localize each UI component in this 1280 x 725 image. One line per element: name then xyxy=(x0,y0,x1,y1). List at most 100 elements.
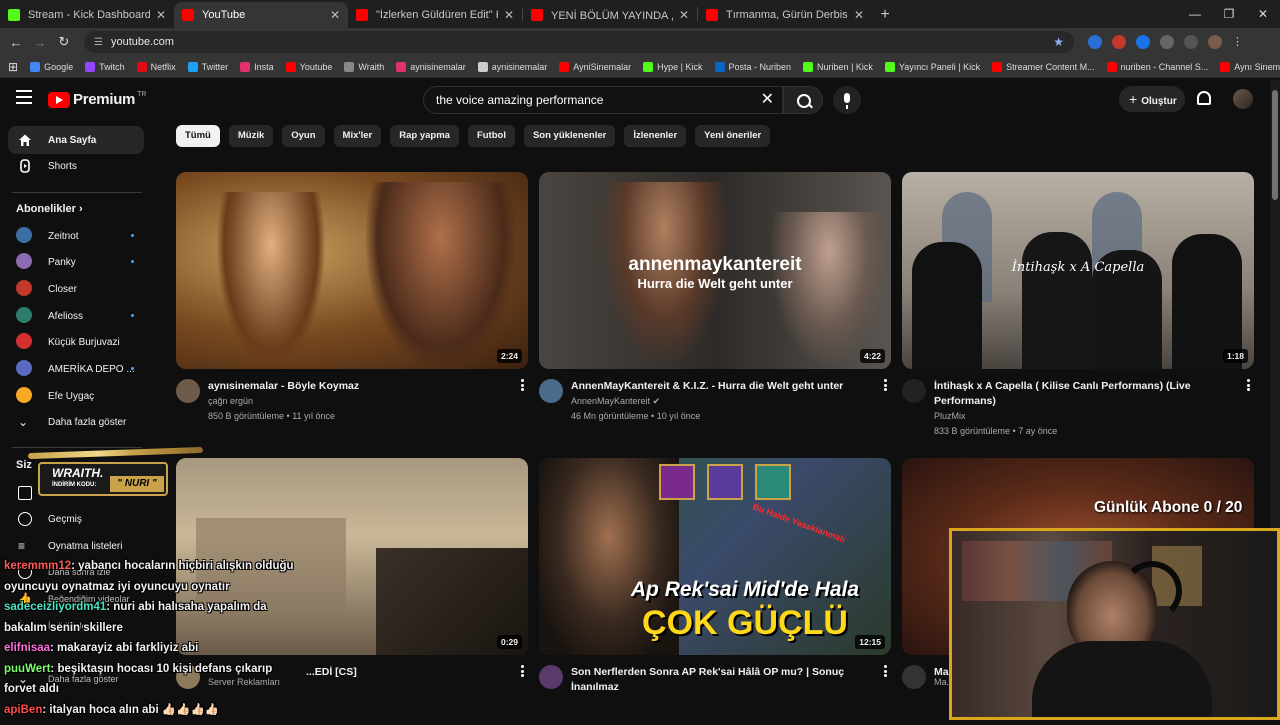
extension-icon[interactable] xyxy=(1088,35,1102,49)
browser-tab-active[interactable]: YouTube ✕ xyxy=(174,2,348,28)
subscription-item[interactable]: Afelioss xyxy=(8,302,144,330)
youtube-premium-logo[interactable]: Premium TR xyxy=(48,91,146,108)
channel-avatar[interactable] xyxy=(539,379,563,403)
bookmark[interactable]: Wraith xyxy=(344,61,384,72)
close-window-icon[interactable]: ✕ xyxy=(1246,0,1280,28)
subscription-item[interactable]: Zeitnot xyxy=(8,222,144,250)
channel-avatar[interactable] xyxy=(539,665,563,689)
browser-tab[interactable]: "İzlerken Güldüren Edit" Kick & ✕ xyxy=(348,2,522,28)
new-tab-button[interactable]: + xyxy=(872,2,898,28)
chip-football[interactable]: Futbol xyxy=(467,125,515,147)
puzzle-icon[interactable] xyxy=(1160,35,1174,49)
bookmark[interactable]: Youtube xyxy=(285,61,332,72)
bookmark[interactable]: AyniSinemalar xyxy=(559,61,631,72)
channel-name[interactable]: çağn ergün xyxy=(208,396,253,406)
minimize-icon[interactable]: — xyxy=(1178,0,1212,28)
video-title[interactable]: AnnenMayKantereit & K.I.Z. - Hurra die W… xyxy=(571,379,871,394)
channel-avatar[interactable] xyxy=(902,665,926,689)
reload-icon[interactable]: ↻ xyxy=(52,34,76,50)
chip-watched[interactable]: İzlenenler xyxy=(624,125,687,147)
subscription-item[interactable]: AMERİKA DEPO ... xyxy=(8,355,144,383)
close-tab-icon[interactable]: ✕ xyxy=(504,8,514,22)
search-button[interactable] xyxy=(783,86,823,114)
channel-name[interactable]: PluzMix xyxy=(934,411,966,421)
channel-name[interactable]: AnnenMayKantereit ✔ xyxy=(571,396,660,407)
bookmark[interactable]: aynisinemalar xyxy=(477,61,547,72)
bookmark[interactable]: Nuriben | Kick xyxy=(803,61,873,72)
chip-gaming[interactable]: Oyun xyxy=(282,125,325,147)
browser-tab[interactable]: YENİ BÖLÜM YAYINDA 🚨 @O ✕ xyxy=(523,2,697,28)
video-thumbnail[interactable]: annenmaykantereit Hurra die Welt geht un… xyxy=(539,172,891,369)
video-card[interactable]: Bu Halde Yasaklanmalı Ap Rek'sai Mid'de … xyxy=(539,458,891,725)
back-arrow-icon[interactable]: ← xyxy=(4,35,28,50)
close-tab-icon[interactable]: ✕ xyxy=(156,8,166,22)
search-input[interactable]: the voice amazing performance ✕ xyxy=(423,86,783,114)
chip-recently-uploaded[interactable]: Son yüklenenler xyxy=(523,125,616,147)
more-options-icon[interactable] xyxy=(1247,379,1250,391)
bookmark[interactable]: nuriben - Channel S... xyxy=(1106,61,1208,72)
video-card[interactable]: İntihaşk x A Capella 1:18 İntihaşk x A C… xyxy=(902,172,1254,439)
close-tab-icon[interactable]: ✕ xyxy=(330,8,340,22)
channel-avatar[interactable] xyxy=(176,379,200,403)
subscriptions-header[interactable]: Abonelikler › xyxy=(16,203,83,215)
bookmark[interactable]: Twitch xyxy=(85,61,125,72)
account-avatar[interactable] xyxy=(1233,89,1253,109)
hamburger-menu-icon[interactable] xyxy=(16,90,32,104)
subscription-item[interactable]: Küçük Burjuvazi xyxy=(8,328,144,356)
video-card[interactable]: annenmaykantereit Hurra die Welt geht un… xyxy=(539,172,891,439)
create-button[interactable]: + Oluştur xyxy=(1119,86,1185,112)
video-title[interactable]: aynısinemalar - Böyle Koymaz xyxy=(208,379,508,394)
close-tab-icon[interactable]: ✕ xyxy=(854,8,864,22)
more-options-icon[interactable] xyxy=(521,379,524,391)
browser-tab[interactable]: Tırmanma, Gürün Derbisi, Yüksi ✕ xyxy=(698,2,872,28)
more-options-icon[interactable] xyxy=(884,379,887,391)
subscription-item[interactable]: Panky xyxy=(8,248,144,276)
more-options-icon[interactable] xyxy=(884,665,887,677)
bookmark[interactable]: Streamer Content M... xyxy=(992,61,1095,72)
show-more-subscriptions[interactable]: ⌄ Daha fazla göster xyxy=(8,408,144,436)
menu-kebab-icon[interactable]: ⋮ xyxy=(1232,35,1243,49)
chip-new-to-you[interactable]: Yeni öneriler xyxy=(695,125,771,147)
sidebar-item-home[interactable]: Ana Sayfa xyxy=(8,126,144,154)
more-options-icon[interactable] xyxy=(521,665,524,677)
profile-icon[interactable] xyxy=(1208,35,1222,49)
chip-music[interactable]: Müzik xyxy=(228,125,274,147)
bookmark[interactable]: Twitter xyxy=(187,61,228,72)
clear-search-icon[interactable]: ✕ xyxy=(761,87,774,113)
video-thumbnail[interactable]: İntihaşk x A Capella 1:18 xyxy=(902,172,1254,369)
subscription-item[interactable]: Efe Uygaç xyxy=(8,382,144,410)
apps-grid-icon[interactable]: ⊞ xyxy=(8,60,18,74)
notifications-bell-icon[interactable] xyxy=(1197,91,1211,105)
bookmark[interactable]: Hype | Kick xyxy=(643,61,703,72)
bookmark[interactable]: Netflix xyxy=(136,61,176,72)
bookmark[interactable]: aynisinemalar xyxy=(396,61,466,72)
video-card[interactable]: 2:24 aynısinemalar - Böyle Koymaz çağn e… xyxy=(176,172,528,439)
channel-avatar[interactable] xyxy=(902,379,926,403)
maximize-icon[interactable]: ❐ xyxy=(1212,0,1246,28)
extension-icon[interactable] xyxy=(1112,35,1126,49)
video-thumbnail[interactable]: 2:24 xyxy=(176,172,528,369)
bookmark[interactable]: Yayıncı Paneli | Kick xyxy=(884,61,980,72)
browser-tab[interactable]: Stream - Kick Dashboard ✕ xyxy=(0,2,174,28)
bookmark[interactable]: Insta xyxy=(240,61,274,72)
url-bar[interactable]: ☰ youtube.com ★ xyxy=(84,31,1074,53)
video-title[interactable]: Son Nerflerden Sonra AP Rek'sai Hâlâ OP … xyxy=(571,665,871,695)
sidebar-item-shorts[interactable]: Shorts xyxy=(8,152,144,180)
bookmark[interactable]: Aynı Sinemalar - Ça... xyxy=(1220,61,1280,72)
extension-icon[interactable] xyxy=(1136,35,1150,49)
chip-rap[interactable]: Rap yapma xyxy=(390,125,459,147)
chip-mixes[interactable]: Mix'ler xyxy=(333,125,382,147)
media-icon[interactable] xyxy=(1184,35,1198,49)
bookmark[interactable]: Google xyxy=(30,61,73,72)
video-title[interactable]: İntihaşk x A Capella ( Kilise Canlı Perf… xyxy=(934,379,1234,409)
bookmark[interactable]: Posta - Nuriben xyxy=(714,61,791,72)
scrollbar-thumb[interactable] xyxy=(1272,90,1278,200)
subscription-item[interactable]: Closer xyxy=(8,275,144,303)
video-thumbnail[interactable]: Bu Halde Yasaklanmalı Ap Rek'sai Mid'de … xyxy=(539,458,891,655)
close-tab-icon[interactable]: ✕ xyxy=(679,8,689,22)
video-title[interactable]: ...EDİ [CS] xyxy=(306,665,506,680)
sidebar-item-history[interactable]: Geçmiş xyxy=(8,505,144,533)
site-info-icon[interactable]: ☰ xyxy=(94,37,103,48)
voice-search-mic-icon[interactable] xyxy=(833,86,861,114)
chip-all[interactable]: Tümü xyxy=(176,125,220,147)
